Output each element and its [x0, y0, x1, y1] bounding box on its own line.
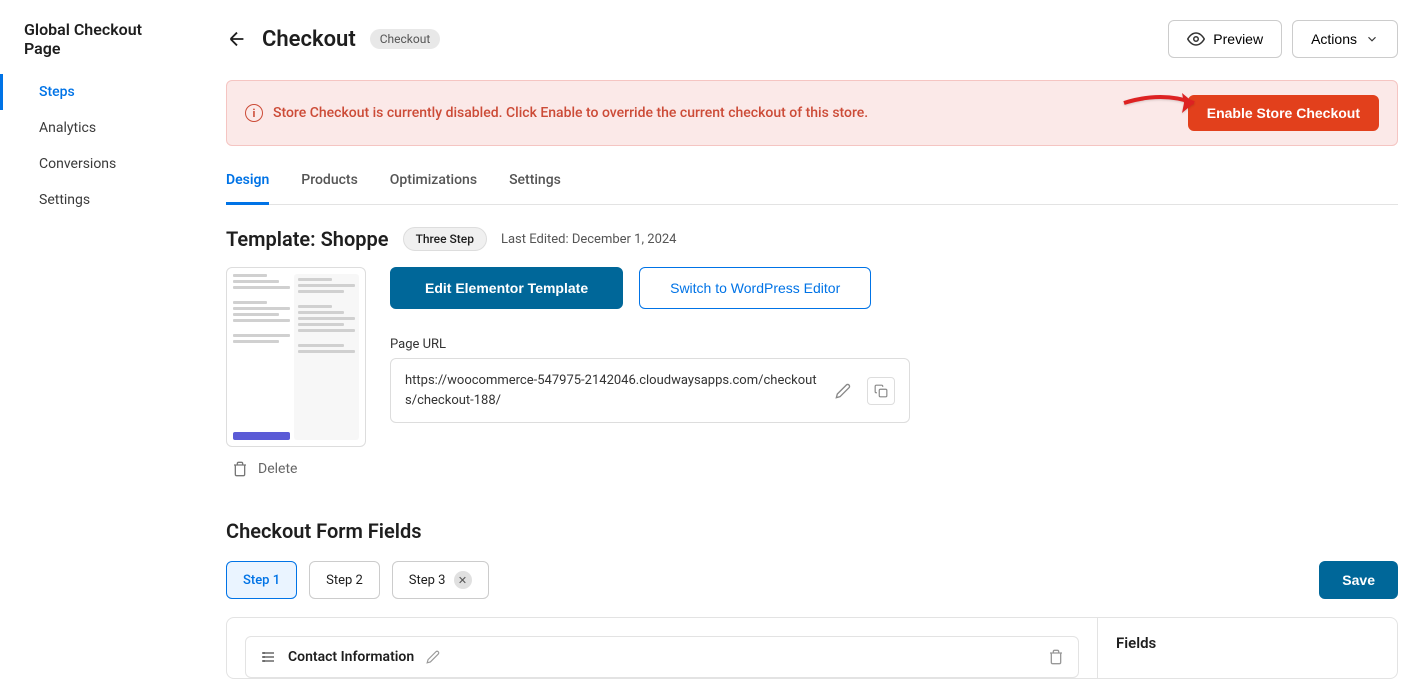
tab-design[interactable]: Design	[226, 172, 269, 205]
page-url-field: https://woocommerce-547975-2142046.cloud…	[390, 358, 910, 423]
form-fields-title: Checkout Form Fields	[226, 519, 1398, 543]
save-button[interactable]: Save	[1319, 561, 1398, 599]
template-title: Template: Shoppe	[226, 227, 389, 251]
alert-banner: i Store Checkout is currently disabled. …	[226, 80, 1398, 146]
switch-wordpress-button[interactable]: Switch to WordPress Editor	[639, 267, 871, 309]
step-pill-1[interactable]: Step 1	[226, 561, 297, 599]
sidebar-item-analytics[interactable]: Analytics	[3, 110, 198, 146]
page-url-label: Page URL	[390, 337, 910, 352]
copy-url-icon[interactable]	[867, 377, 895, 405]
delete-template-button[interactable]: Delete	[226, 459, 366, 479]
step-pill-3[interactable]: Step 3 ✕	[392, 561, 489, 599]
field-group-title: Contact Information	[288, 649, 414, 665]
fields-sidebar: Fields	[1097, 618, 1397, 678]
edit-icon[interactable]	[426, 650, 440, 664]
step-pills: Step 1 Step 2 Step 3 ✕	[226, 561, 489, 599]
template-type-badge: Three Step	[403, 227, 487, 251]
chevron-down-icon	[1365, 32, 1379, 46]
grip-icon[interactable]	[260, 649, 276, 665]
page-url-value: https://woocommerce-547975-2142046.cloud…	[405, 371, 819, 410]
template-thumbnail[interactable]	[226, 267, 366, 447]
template-header: Template: Shoppe Three Step Last Edited:…	[226, 227, 1398, 251]
field-group-contact[interactable]: Contact Information	[245, 636, 1079, 678]
step-pill-2[interactable]: Step 2	[309, 561, 380, 599]
info-icon: i	[245, 104, 263, 122]
sidebar-item-conversions[interactable]: Conversions	[3, 146, 198, 182]
tab-products[interactable]: Products	[301, 172, 358, 205]
edit-elementor-button[interactable]: Edit Elementor Template	[390, 267, 623, 309]
main-content: Checkout Checkout Preview Actions	[198, 0, 1426, 679]
page-type-badge: Checkout	[370, 29, 441, 49]
eye-icon	[1187, 30, 1205, 48]
actions-button[interactable]: Actions	[1292, 20, 1398, 58]
tab-optimizations[interactable]: Optimizations	[390, 172, 477, 205]
tabs: Design Products Optimizations Settings	[226, 172, 1398, 205]
back-arrow-icon[interactable]	[226, 28, 248, 50]
header: Checkout Checkout Preview Actions	[226, 20, 1398, 58]
sidebar: Global Checkout Page Steps Analytics Con…	[0, 0, 198, 679]
edit-url-icon[interactable]	[829, 377, 857, 405]
trash-icon	[232, 461, 248, 477]
sidebar-item-settings[interactable]: Settings	[3, 182, 198, 218]
fields-sidebar-title: Fields	[1116, 634, 1379, 652]
page-title: Checkout	[262, 27, 356, 52]
trash-icon[interactable]	[1048, 649, 1064, 665]
sidebar-item-steps[interactable]: Steps	[0, 74, 198, 110]
close-icon[interactable]: ✕	[454, 571, 472, 589]
enable-store-checkout-button[interactable]: Enable Store Checkout	[1188, 95, 1379, 131]
tab-settings[interactable]: Settings	[509, 172, 561, 205]
template-preview: Delete	[226, 267, 366, 479]
form-area: Contact Information Fields	[226, 617, 1398, 679]
sidebar-title: Global Checkout Page	[0, 20, 198, 74]
preview-button[interactable]: Preview	[1168, 20, 1282, 58]
alert-message: Store Checkout is currently disabled. Cl…	[273, 105, 868, 121]
last-edited: Last Edited: December 1, 2024	[501, 232, 677, 247]
